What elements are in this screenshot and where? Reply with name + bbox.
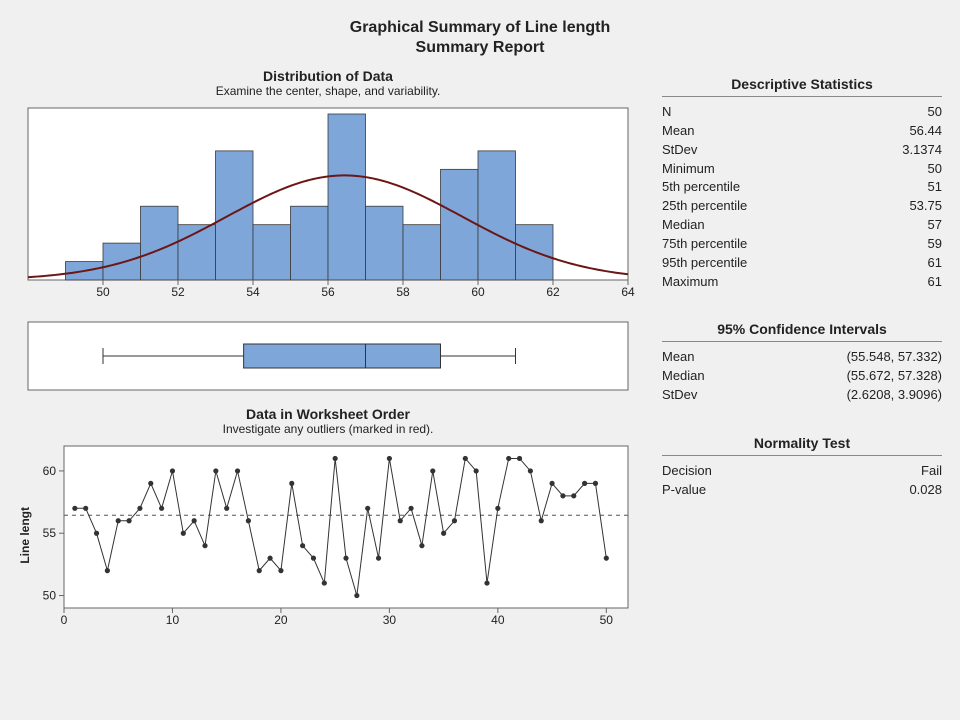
divider bbox=[662, 341, 942, 342]
title-line-1: Graphical Summary of Line length bbox=[18, 18, 942, 38]
stat-key: 5th percentile bbox=[662, 178, 928, 197]
svg-text:0: 0 bbox=[61, 613, 68, 627]
order-subtitle: Investigate any outliers (marked in red)… bbox=[18, 422, 638, 436]
stat-val: (55.672, 57.328) bbox=[847, 367, 942, 386]
stat-key: Decision bbox=[662, 462, 921, 481]
run-ylabel: Line lengt bbox=[18, 507, 32, 564]
svg-text:50: 50 bbox=[96, 285, 110, 299]
stat-val: 57 bbox=[928, 216, 942, 235]
divider bbox=[662, 455, 942, 456]
summary-report: Graphical Summary of Line length Summary… bbox=[0, 0, 960, 720]
boxplot-chart bbox=[18, 316, 638, 396]
stat-key: Mean bbox=[662, 348, 847, 367]
stat-row: Mean(55.548, 57.332) bbox=[662, 348, 942, 367]
stat-row: DecisionFail bbox=[662, 462, 942, 481]
desc-title: Descriptive Statistics bbox=[662, 76, 942, 92]
stat-row: Maximum61 bbox=[662, 273, 942, 292]
stat-key: 25th percentile bbox=[662, 197, 909, 216]
stat-row: StDev3.1374 bbox=[662, 141, 942, 160]
stat-key: Maximum bbox=[662, 273, 928, 292]
stats-column: Descriptive Statistics N50Mean56.44StDev… bbox=[662, 68, 942, 630]
svg-text:56: 56 bbox=[321, 285, 335, 299]
stat-row: 5th percentile51 bbox=[662, 178, 942, 197]
stat-key: StDev bbox=[662, 141, 902, 160]
stat-key: 95th percentile bbox=[662, 254, 928, 273]
stat-val: 51 bbox=[928, 178, 942, 197]
stat-key: Median bbox=[662, 367, 847, 386]
stat-row: N50 bbox=[662, 103, 942, 122]
stat-val: 61 bbox=[928, 273, 942, 292]
svg-text:55: 55 bbox=[43, 526, 57, 540]
run-chart: 50 55 60 0 10 20 30 40 50 bbox=[36, 440, 636, 630]
stat-key: StDev bbox=[662, 386, 847, 405]
stat-row: 75th percentile59 bbox=[662, 235, 942, 254]
stat-row: Minimum50 bbox=[662, 160, 942, 179]
stat-val: 0.028 bbox=[909, 481, 942, 500]
stat-val: (2.6208, 3.9096) bbox=[847, 386, 942, 405]
stat-val: 50 bbox=[928, 103, 942, 122]
svg-text:40: 40 bbox=[491, 613, 505, 627]
stat-val: (55.548, 57.332) bbox=[847, 348, 942, 367]
stat-row: Mean56.44 bbox=[662, 122, 942, 141]
stat-row: StDev(2.6208, 3.9096) bbox=[662, 386, 942, 405]
stat-key: Minimum bbox=[662, 160, 928, 179]
stat-key: Mean bbox=[662, 122, 909, 141]
svg-text:58: 58 bbox=[396, 285, 410, 299]
stat-row: Median57 bbox=[662, 216, 942, 235]
svg-text:54: 54 bbox=[246, 285, 260, 299]
normality-table: DecisionFailP-value0.028 bbox=[662, 462, 942, 500]
svg-text:60: 60 bbox=[43, 464, 57, 478]
stat-row: P-value0.028 bbox=[662, 481, 942, 500]
order-title: Data in Worksheet Order bbox=[18, 406, 638, 422]
stat-key: 75th percentile bbox=[662, 235, 928, 254]
norm-title: Normality Test bbox=[662, 435, 942, 451]
histogram-chart: 50 52 54 56 58 60 62 64 bbox=[18, 102, 638, 302]
desc-stats-table: N50Mean56.44StDev3.1374Minimum505th perc… bbox=[662, 103, 942, 291]
stat-row: Median(55.672, 57.328) bbox=[662, 367, 942, 386]
dist-title: Distribution of Data bbox=[18, 68, 638, 84]
stat-val: 61 bbox=[928, 254, 942, 273]
stat-val: 56.44 bbox=[909, 122, 942, 141]
ci-title: 95% Confidence Intervals bbox=[662, 321, 942, 337]
svg-text:60: 60 bbox=[471, 285, 485, 299]
stat-val: 59 bbox=[928, 235, 942, 254]
svg-text:62: 62 bbox=[546, 285, 560, 299]
report-title: Graphical Summary of Line length Summary… bbox=[18, 18, 942, 58]
stat-val: 50 bbox=[928, 160, 942, 179]
svg-text:50: 50 bbox=[43, 589, 57, 603]
stat-key: N bbox=[662, 103, 928, 122]
svg-text:30: 30 bbox=[383, 613, 397, 627]
stat-val: Fail bbox=[921, 462, 942, 481]
charts-column: Distribution of Data Examine the center,… bbox=[18, 68, 638, 630]
svg-text:20: 20 bbox=[274, 613, 288, 627]
divider bbox=[662, 96, 942, 97]
svg-text:10: 10 bbox=[166, 613, 180, 627]
stat-val: 3.1374 bbox=[902, 141, 942, 160]
svg-text:50: 50 bbox=[600, 613, 614, 627]
svg-text:64: 64 bbox=[621, 285, 635, 299]
stat-row: 95th percentile61 bbox=[662, 254, 942, 273]
stat-row: 25th percentile53.75 bbox=[662, 197, 942, 216]
stat-key: P-value bbox=[662, 481, 909, 500]
stat-key: Median bbox=[662, 216, 928, 235]
ci-table: Mean(55.548, 57.332)Median(55.672, 57.32… bbox=[662, 348, 942, 405]
stat-val: 53.75 bbox=[909, 197, 942, 216]
dist-subtitle: Examine the center, shape, and variabili… bbox=[18, 84, 638, 98]
svg-text:52: 52 bbox=[171, 285, 185, 299]
title-line-2: Summary Report bbox=[18, 38, 942, 58]
